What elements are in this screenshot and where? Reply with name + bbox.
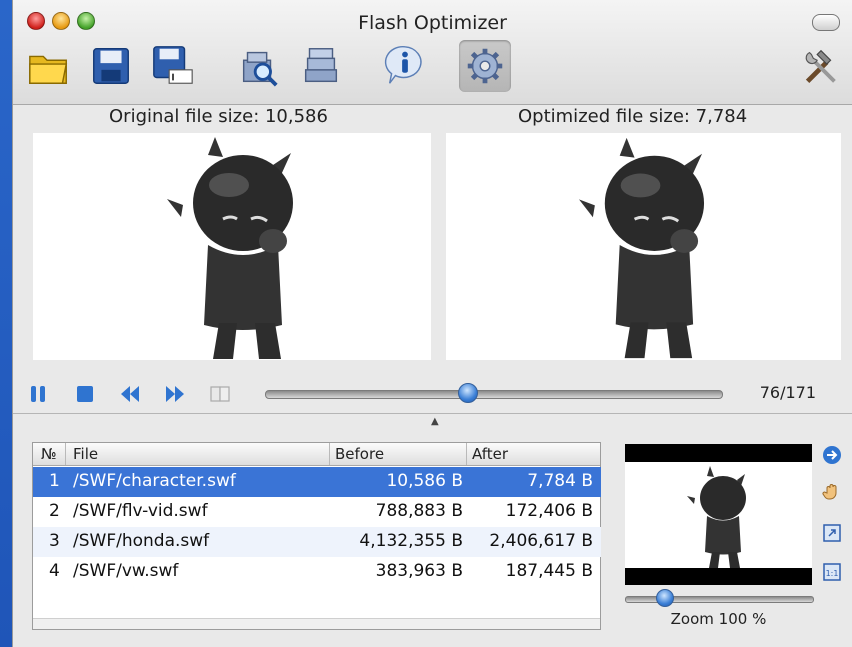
column-separator bbox=[65, 443, 66, 465]
column-header-number[interactable]: № bbox=[41, 445, 57, 464]
row-file: /SWF/flv-vid.swf bbox=[73, 501, 208, 521]
actual-size-icon: 1:1 bbox=[823, 563, 841, 581]
app-window: Flash Optimizer Original file size: 10,5… bbox=[12, 0, 852, 647]
character-image bbox=[578, 137, 705, 359]
compress-button[interactable] bbox=[295, 40, 347, 92]
column-header-before[interactable]: Before bbox=[335, 445, 384, 464]
original-size-label: Original file size: 10,586 bbox=[109, 106, 328, 127]
pause-button[interactable] bbox=[26, 382, 50, 406]
rewind-icon bbox=[121, 386, 139, 402]
row-after: 172,406 B bbox=[505, 501, 593, 521]
table-row[interactable]: 1 /SWF/character.swf 10,586 B 7,784 B bbox=[33, 467, 601, 497]
arrow-right-icon bbox=[823, 446, 841, 464]
save-as-button[interactable] bbox=[147, 40, 199, 92]
settings-button[interactable] bbox=[459, 40, 511, 92]
open-button[interactable] bbox=[23, 40, 75, 92]
original-preview[interactable] bbox=[33, 133, 431, 360]
row-number: 2 bbox=[49, 501, 60, 521]
table-header: № File Before After bbox=[33, 443, 600, 466]
pause-icon bbox=[31, 386, 45, 402]
tools-button[interactable] bbox=[795, 40, 847, 92]
expand-icon bbox=[823, 524, 841, 542]
window-title: Flash Optimizer bbox=[358, 12, 507, 34]
split-view-button[interactable] bbox=[208, 382, 232, 406]
next-button[interactable] bbox=[821, 444, 843, 466]
fast-forward-button[interactable] bbox=[163, 382, 187, 406]
row-before: 4,132,355 B bbox=[359, 531, 463, 551]
table-row[interactable]: 2 /SWF/flv-vid.swf 788,883 B 172,406 B bbox=[33, 497, 601, 527]
character-thumbnail bbox=[687, 466, 746, 568]
split-view-icon bbox=[210, 386, 230, 402]
row-after: 187,445 B bbox=[505, 561, 593, 581]
character-image bbox=[167, 137, 293, 359]
stop-button[interactable] bbox=[73, 382, 97, 406]
timeline-slider-knob[interactable] bbox=[457, 383, 478, 403]
table-scrollbar[interactable] bbox=[33, 618, 600, 629]
zoom-label: Zoom 100 % bbox=[670, 610, 767, 628]
file-table: № File Before After 1 /SWF/character.swf… bbox=[32, 442, 601, 630]
rewind-button[interactable] bbox=[118, 382, 142, 406]
fit-view-button[interactable] bbox=[821, 522, 843, 544]
info-icon bbox=[384, 46, 422, 84]
column-separator bbox=[466, 443, 467, 465]
row-after: 7,784 B bbox=[527, 471, 593, 491]
splitter-up-icon[interactable]: ▲ bbox=[431, 416, 439, 427]
inspect-icon bbox=[242, 51, 278, 87]
open-folder-icon bbox=[29, 55, 68, 84]
zoom-slider-knob[interactable] bbox=[656, 589, 674, 607]
hand-icon bbox=[822, 484, 837, 500]
save-button[interactable] bbox=[85, 40, 137, 92]
thumbnail-canvas bbox=[625, 462, 812, 568]
row-number: 4 bbox=[49, 561, 60, 581]
timeline-slider-track[interactable] bbox=[265, 390, 723, 399]
column-header-after[interactable]: After bbox=[472, 445, 508, 464]
thumbnail-navigator[interactable] bbox=[625, 444, 812, 585]
row-file: /SWF/vw.swf bbox=[73, 561, 179, 581]
stack-icon bbox=[304, 48, 338, 83]
row-number: 3 bbox=[49, 531, 60, 551]
row-before: 788,883 B bbox=[375, 501, 463, 521]
zoom-slider-track[interactable] bbox=[625, 596, 814, 603]
frame-counter: 76/171 bbox=[759, 383, 816, 402]
toolbar-toggle-button[interactable] bbox=[812, 14, 840, 31]
pan-button[interactable] bbox=[821, 481, 843, 503]
table-row[interactable]: 4 /SWF/vw.swf 383,963 B 187,445 B bbox=[33, 557, 601, 587]
panel-divider bbox=[13, 413, 852, 414]
info-button[interactable] bbox=[379, 40, 431, 92]
save-icon bbox=[93, 48, 129, 84]
row-file: /SWF/honda.swf bbox=[73, 531, 210, 551]
inspect-button[interactable] bbox=[233, 40, 285, 92]
save-as-icon bbox=[153, 46, 193, 84]
optimized-preview[interactable] bbox=[446, 133, 841, 360]
row-file: /SWF/character.swf bbox=[73, 471, 236, 491]
title-toolbar: Flash Optimizer bbox=[13, 0, 852, 105]
row-before: 383,963 B bbox=[375, 561, 463, 581]
settings-gear-icon bbox=[467, 48, 503, 84]
column-header-file[interactable]: File bbox=[73, 445, 98, 464]
row-after: 2,406,617 B bbox=[489, 531, 593, 551]
row-before: 10,586 B bbox=[386, 471, 463, 491]
row-number: 1 bbox=[49, 471, 60, 491]
optimized-size-label: Optimized file size: 7,784 bbox=[518, 106, 748, 127]
stop-icon bbox=[77, 386, 93, 402]
actual-size-button[interactable]: 1:1 bbox=[821, 561, 843, 583]
table-row[interactable]: 3 /SWF/honda.swf 4,132,355 B 2,406,617 B bbox=[33, 527, 601, 557]
svg-text:1:1: 1:1 bbox=[826, 569, 839, 578]
tools-icon bbox=[805, 49, 836, 84]
column-separator bbox=[329, 443, 330, 465]
fast-forward-icon bbox=[166, 386, 184, 402]
